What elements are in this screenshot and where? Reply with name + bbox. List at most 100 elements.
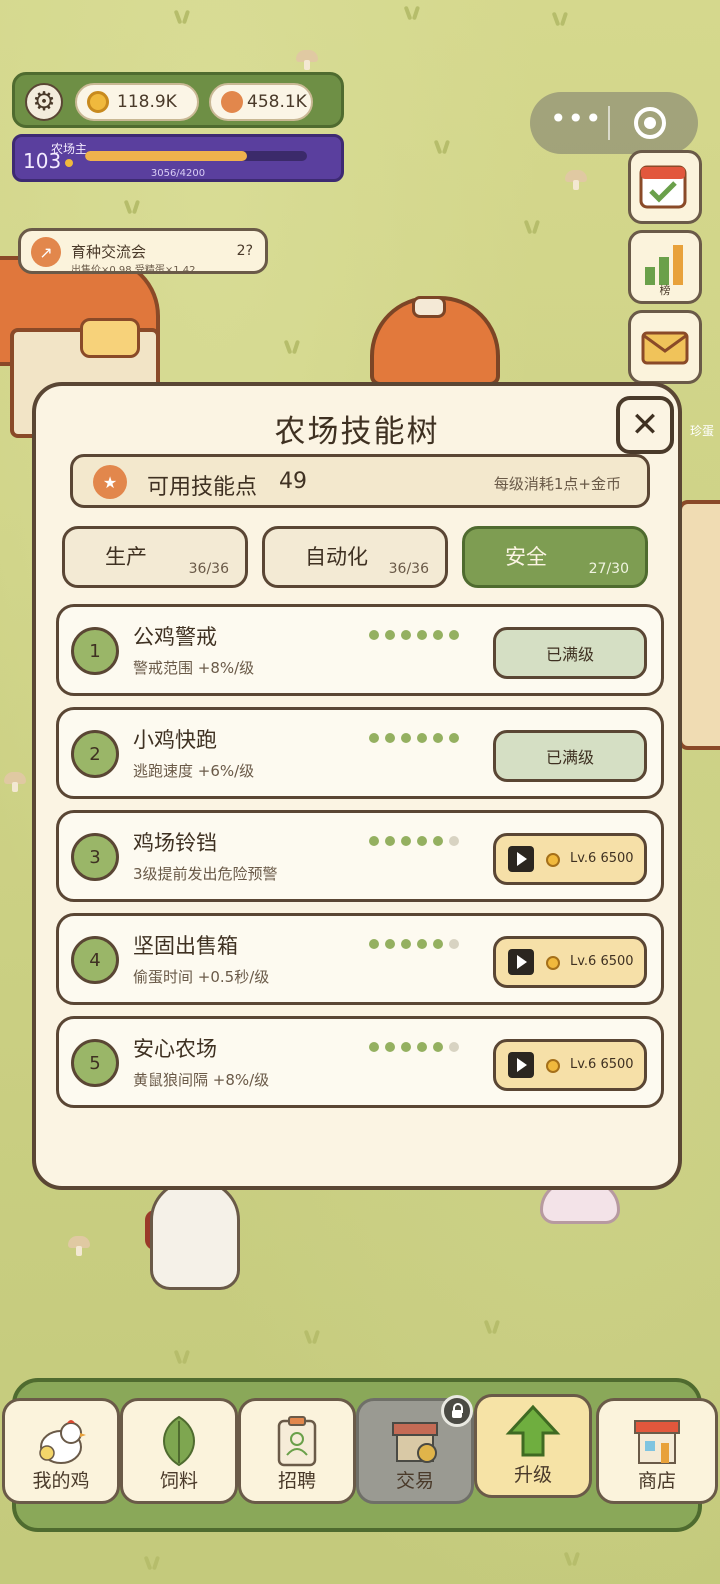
role-title: 农场主 <box>51 142 88 156</box>
grass-tuft <box>430 140 456 154</box>
level-pip-filled <box>369 836 379 846</box>
level-pip-filled <box>369 733 379 743</box>
close-target-icon[interactable] <box>634 107 666 139</box>
level-pip-empty <box>449 1042 459 1052</box>
tab-production[interactable]: 生产 36/36 <box>62 526 248 588</box>
egg-counter[interactable]: 458.1K <box>209 83 313 121</box>
upgrade-button[interactable]: Lv.6 6500 <box>493 936 647 988</box>
skill-name: 坚固出售箱 <box>133 934 238 958</box>
play-video-icon <box>508 949 534 975</box>
coin-icon <box>87 91 109 113</box>
level-pip-filled <box>433 733 443 743</box>
skill-index: 1 <box>71 627 119 675</box>
upgrade-button[interactable]: Lv.6 6500 <box>493 1039 647 1091</box>
skill-index: 5 <box>71 1039 119 1087</box>
coin-icon <box>546 956 560 970</box>
gold-value: 118.9K <box>117 92 177 112</box>
level-pip-filled <box>369 1042 379 1052</box>
skill-row: 4 坚固出售箱 偷蛋时间 +0.5秒/级 Lv.6 6500 <box>56 913 664 1005</box>
settings-gear-icon[interactable]: ⚙ <box>25 83 63 121</box>
skill-index: 4 <box>71 936 119 984</box>
skill-points-bar: ★ 可用技能点 49 每级消耗1点+金币 <box>70 454 650 508</box>
event-count: 2? <box>236 243 253 259</box>
farmer-level-bar[interactable]: 103 农场主 3056/4200 <box>12 134 344 182</box>
tab-label: 自动化 <box>305 545 368 569</box>
grass-tuft <box>560 1552 586 1566</box>
farmer-chicken <box>150 1180 240 1290</box>
skill-level-pips <box>369 630 459 640</box>
more-dots-icon[interactable]: ••• <box>550 104 602 140</box>
level-pip-filled <box>369 630 379 640</box>
level-pip-filled <box>401 733 411 743</box>
trend-arrow-icon: ↗ <box>31 237 61 267</box>
event-banner[interactable]: ↗ 育种交流会 出售价×0.98 受精蛋×1.42 2? <box>18 228 268 276</box>
skill-name: 小鸡快跑 <box>133 728 217 752</box>
grass-tuft <box>280 340 306 354</box>
nav-upgrade[interactable]: 升级 <box>474 1394 592 1498</box>
grass-tuft <box>300 1330 326 1344</box>
leaderboard-button[interactable]: 榜 <box>628 230 702 304</box>
xp-text: 3056/4200 <box>150 168 206 179</box>
modal-title: 农场技能树 <box>274 414 440 450</box>
skill-desc: 警戒范围 +8%/级 <box>133 659 255 677</box>
egg-value: 458.1K <box>247 92 307 112</box>
play-video-icon <box>508 1052 534 1078</box>
nav-label: 升级 <box>513 1464 552 1486</box>
grass-tuft <box>120 200 146 214</box>
nav-label: 我的鸡 <box>32 1470 90 1492</box>
nav-feed[interactable]: 饲料 <box>120 1398 238 1504</box>
skill-index: 3 <box>71 833 119 881</box>
nav-label: 商店 <box>637 1470 676 1492</box>
upgrade-button[interactable]: Lv.6 6500 <box>493 833 647 885</box>
tab-label: 生产 <box>105 545 147 569</box>
maxed-label: 已满级 <box>545 645 594 664</box>
nav-shop[interactable]: 商店 <box>596 1398 718 1504</box>
nav-trade[interactable]: 交易 <box>356 1395 474 1504</box>
market-stall-icon <box>392 1422 438 1463</box>
skill-level-pips <box>369 836 459 846</box>
grass-tuft <box>400 6 426 20</box>
points-hint: 每级消耗1点+金币 <box>493 475 621 493</box>
level-pip-filled <box>385 1042 395 1052</box>
level-pip-filled <box>385 630 395 640</box>
points-value: 49 <box>279 469 307 494</box>
daily-checkin-button[interactable] <box>628 150 702 224</box>
skill-level-pips <box>369 733 459 743</box>
level-pip-filled <box>417 733 427 743</box>
miniprogram-capsule: ••• <box>530 92 698 154</box>
up-arrow-icon <box>505 1404 561 1457</box>
egg-shop-house <box>678 500 720 750</box>
skill-row: 2 小鸡快跑 逃跑速度 +6%/级 已满级 <box>56 707 664 799</box>
level-pip-filled <box>433 939 443 949</box>
tab-count: 36/36 <box>188 561 229 577</box>
level-pip-filled <box>417 1042 427 1052</box>
mail-button[interactable] <box>628 310 702 384</box>
points-label: 可用技能点 <box>147 475 258 500</box>
skill-desc: 黄鼠狼间隔 +8%/级 <box>133 1071 270 1089</box>
tab-security[interactable]: 安全 27/30 <box>462 526 648 588</box>
tab-automation[interactable]: 自动化 36/36 <box>262 526 448 588</box>
nav-recruit[interactable]: 招聘 <box>238 1398 356 1504</box>
close-button[interactable]: ✕ <box>616 396 674 454</box>
skill-name: 安心农场 <box>133 1037 217 1061</box>
gold-counter[interactable]: 118.9K <box>75 83 199 121</box>
calendar-check-icon <box>639 165 687 209</box>
event-subtitle: 出售价×0.98 受精蛋×1.42 <box>71 265 196 276</box>
coin-icon <box>546 853 560 867</box>
maxed-button[interactable]: 已满级 <box>493 627 647 679</box>
upgrade-cost: Lv.6 6500 <box>570 1057 634 1072</box>
level-pip-filled <box>385 939 395 949</box>
play-video-icon <box>508 846 534 872</box>
level-pip-filled <box>401 939 411 949</box>
nav-my-chickens[interactable]: 我的鸡 <box>2 1398 120 1504</box>
level-pip-filled <box>401 1042 411 1052</box>
egg-icon <box>221 91 243 113</box>
level-pip-filled <box>433 836 443 846</box>
shop-icon <box>634 1420 680 1464</box>
skill-name: 公鸡警戒 <box>133 625 217 649</box>
xp-fill <box>85 151 247 161</box>
maxed-button[interactable]: 已满级 <box>493 730 647 782</box>
leaderboard-label: 榜 <box>659 284 671 297</box>
level-pip-filled <box>385 733 395 743</box>
level-pip-filled <box>401 836 411 846</box>
